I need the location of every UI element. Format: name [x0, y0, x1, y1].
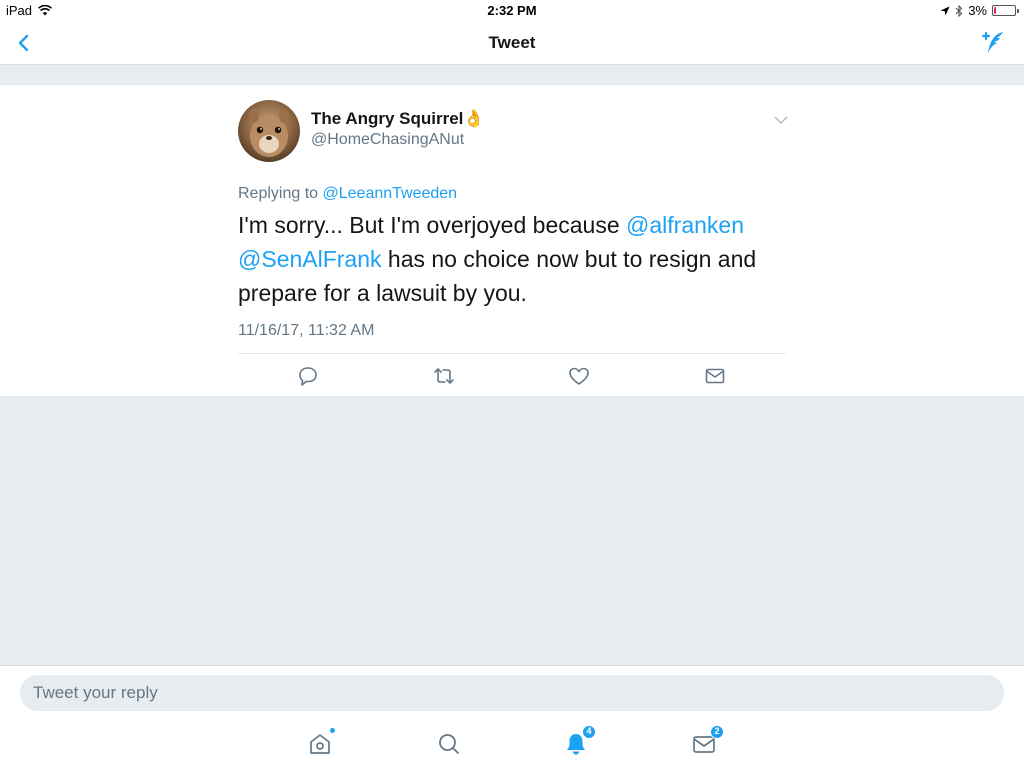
battery-level-fill [994, 7, 996, 14]
reply-bar [0, 665, 1024, 721]
battery-percent: 3% [968, 3, 987, 18]
status-time: 2:32 PM [487, 3, 537, 18]
page-title: Tweet [488, 33, 536, 52]
squirrel-avatar-image [238, 100, 300, 162]
reply-icon[interactable] [296, 364, 320, 388]
navigation-bar: Tweet [0, 22, 1024, 65]
search-icon [439, 734, 459, 754]
tab-messages[interactable]: 2 [690, 725, 724, 758]
author-name[interactable]: The Angry Squirrel👌 [311, 109, 485, 129]
messages-badge: 2 [710, 725, 724, 739]
replying-to-label: Replying to [238, 185, 319, 202]
author-handle[interactable]: @HomeChasingANut [311, 131, 464, 149]
tab-notifications[interactable]: 4 [562, 725, 596, 758]
new-content-dot [329, 727, 336, 734]
tab-search[interactable] [435, 730, 463, 758]
location-arrow-icon [940, 6, 950, 15]
author-name-text: The Angry Squirrel [311, 109, 464, 128]
status-bar: iPad 2:32 PM 3% [0, 0, 1024, 22]
mention-link[interactable]: @alfranken [626, 212, 744, 238]
status-bar-right: 3% [940, 3, 1019, 18]
retweet-icon[interactable] [432, 364, 456, 388]
bluetooth-icon [955, 4, 963, 17]
mention-link[interactable]: @SenAlFrank [238, 246, 382, 272]
like-icon[interactable] [567, 364, 591, 388]
ok-hand-emoji: 👌 [463, 109, 485, 128]
tweet-text: I'm sorry... But I'm overjoyed because @… [238, 208, 786, 310]
tab-home[interactable] [306, 727, 336, 758]
home-icon [310, 734, 330, 754]
reply-input[interactable] [20, 675, 1004, 711]
tweet-timestamp: 11/16/17, 11:32 AM [238, 322, 375, 339]
replying-to-handle[interactable]: @LeeannTweeden [323, 185, 458, 202]
replying-to-line: Replying to @LeeannTweeden [238, 185, 457, 203]
chevron-down-icon[interactable] [772, 113, 790, 127]
divider [238, 353, 786, 354]
tab-bar: 4 2 [0, 721, 1024, 768]
compose-tweet-icon[interactable] [978, 28, 1008, 58]
battery-icon [992, 5, 1019, 16]
tweet-text-part: I'm sorry... But I'm overjoyed because [238, 212, 627, 238]
avatar[interactable] [238, 100, 300, 162]
tweet-detail: The Angry Squirrel👌 @HomeChasingANut Rep… [0, 84, 1024, 397]
notifications-badge: 4 [582, 725, 596, 739]
dm-share-icon[interactable] [703, 364, 727, 388]
